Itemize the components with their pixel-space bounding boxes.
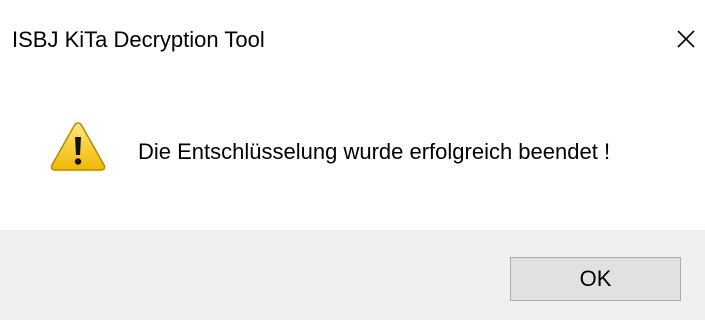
dialog-body: Die Entschlüsselung wurde erfolgreich be… xyxy=(0,80,705,230)
message-text: Die Entschlüsselung wurde erfolgreich be… xyxy=(138,139,611,164)
ok-button[interactable]: OK xyxy=(510,257,681,301)
window-title: ISBJ KiTa Decryption Tool xyxy=(12,27,265,52)
title-bar[interactable]: ISBJ KiTa Decryption Tool xyxy=(0,0,705,80)
button-bar: OK xyxy=(0,230,705,320)
warning-icon xyxy=(50,122,106,171)
close-icon xyxy=(677,30,695,48)
message-dialog: ISBJ KiTa Decryption Tool Die Entschlüss… xyxy=(0,0,705,320)
close-button[interactable] xyxy=(665,22,705,58)
